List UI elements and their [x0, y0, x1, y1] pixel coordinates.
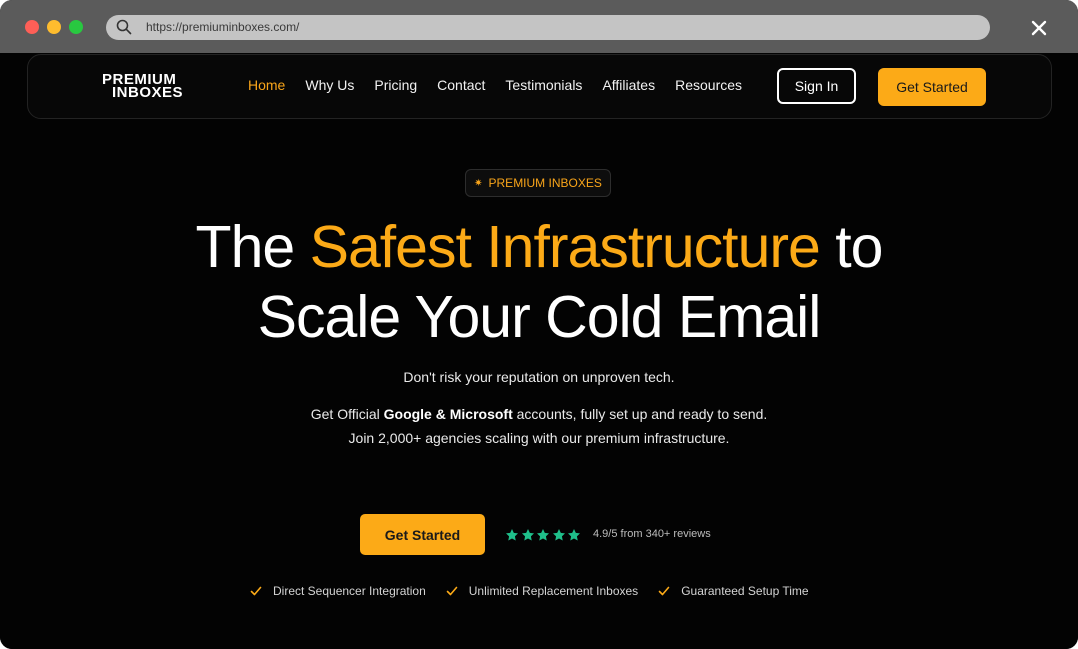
feature-label: Guaranteed Setup Time — [681, 584, 809, 598]
browser-window: https://premiuminboxes.com/ PREMIUM INBO… — [0, 0, 1078, 649]
hero-subtitle-2: Get Official Google & Microsoft accounts… — [0, 406, 1078, 422]
star-icon — [567, 529, 581, 541]
navbar: PREMIUM INBOXES Home Why Us Pricing Cont… — [27, 54, 1052, 119]
page-content: PREMIUM INBOXES Home Why Us Pricing Cont… — [0, 53, 1078, 649]
search-icon — [116, 19, 132, 35]
check-icon — [446, 586, 458, 596]
nav-link-affiliates[interactable]: Affiliates — [602, 77, 655, 93]
feature-list: Direct Sequencer Integration Unlimited R… — [250, 584, 829, 598]
browser-chrome: https://premiuminboxes.com/ — [0, 0, 1078, 53]
hero-subtitle-1: Don't risk your reputation on unproven t… — [403, 369, 675, 385]
sparkle-icon: ✷ — [474, 177, 483, 189]
minimize-window-button[interactable] — [47, 20, 61, 34]
feature-item: Unlimited Replacement Inboxes — [446, 584, 638, 598]
hero-get-started-button[interactable]: Get Started — [360, 514, 485, 555]
star-icon — [505, 529, 519, 541]
hero-badge: ✷ PREMIUM INBOXES — [465, 169, 611, 197]
nav-link-pricing[interactable]: Pricing — [374, 77, 417, 93]
close-icon[interactable] — [1030, 19, 1048, 37]
hero-subtitle-2-post: accounts, fully set up and ready to send… — [512, 406, 768, 422]
logo[interactable]: PREMIUM INBOXES — [102, 72, 184, 101]
feature-label: Unlimited Replacement Inboxes — [468, 584, 639, 598]
feature-label: Direct Sequencer Integration — [273, 584, 426, 598]
address-bar-url: https://premiuminboxes.com/ — [146, 20, 300, 34]
feature-item: Guaranteed Setup Time — [658, 584, 809, 598]
nav-link-home[interactable]: Home — [248, 77, 285, 93]
nav-get-started-button[interactable]: Get Started — [878, 68, 986, 106]
sign-in-button[interactable]: Sign In — [777, 68, 856, 104]
close-window-button[interactable] — [25, 20, 39, 34]
feature-item: Direct Sequencer Integration — [250, 584, 426, 598]
nav-link-contact[interactable]: Contact — [437, 77, 485, 93]
nav-link-testimonials[interactable]: Testimonials — [505, 77, 582, 93]
logo-line2: INBOXES — [112, 84, 184, 101]
hero-subtitle-2-bold: Google & Microsoft — [383, 406, 513, 422]
nav-link-why-us[interactable]: Why Us — [305, 77, 354, 93]
hero-title-line1: The Safest Infrastructure to — [0, 213, 1078, 281]
rating-stars — [505, 528, 583, 542]
star-icon — [552, 529, 565, 541]
rating-text: 4.9/5 from 340+ reviews — [593, 528, 711, 540]
hero-subtitle-2-pre: Get Official — [310, 406, 384, 422]
hero-title-part2: to — [819, 214, 883, 280]
star-icon — [536, 529, 550, 541]
hero-subtitle-3: Join 2,000+ agencies scaling with our pr… — [348, 430, 730, 446]
hero-title-part1: The — [195, 214, 310, 280]
check-icon — [250, 586, 262, 596]
address-bar[interactable]: https://premiuminboxes.com/ — [106, 15, 990, 40]
hero-title-line2: Scale Your Cold Email — [257, 284, 822, 350]
star-icon — [521, 529, 534, 541]
nav-links: Home Why Us Pricing Contact Testimonials… — [248, 77, 762, 93]
check-icon — [658, 586, 670, 596]
nav-link-resources[interactable]: Resources — [675, 77, 742, 93]
maximize-window-button[interactable] — [69, 20, 83, 34]
hero-title-accent: Safest Infrastructure — [309, 214, 821, 280]
hero-badge-label: PREMIUM INBOXES — [488, 176, 602, 190]
